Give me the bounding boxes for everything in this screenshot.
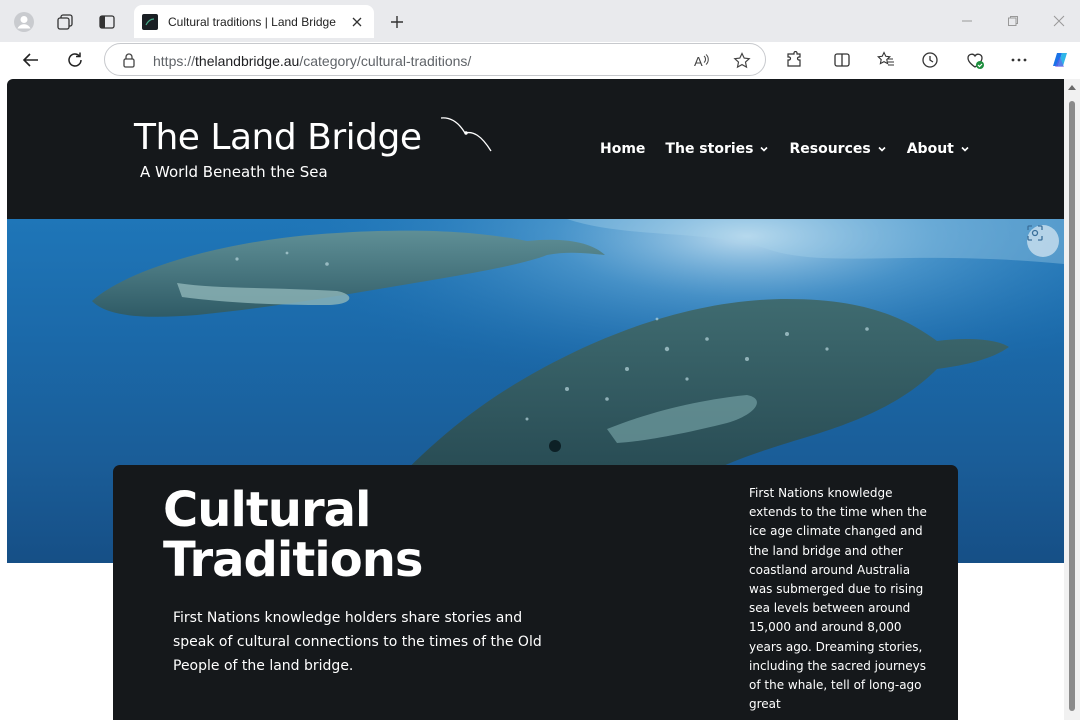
- url-path: /category/cultural-traditions/: [299, 53, 472, 69]
- page-title: Cultural Traditions: [163, 485, 583, 585]
- nav-label: Home: [600, 141, 646, 157]
- more-options-icon[interactable]: [1007, 48, 1031, 72]
- site-subtitle: A World Beneath the Sea: [140, 163, 328, 181]
- chevron-down-icon: [961, 146, 969, 152]
- nav-label: The stories: [665, 141, 754, 157]
- site-title[interactable]: The Land Bridge: [134, 117, 422, 158]
- sidebar-text: First Nations knowledge extends to the t…: [749, 486, 927, 712]
- page-title-line-2: Traditions: [163, 532, 423, 588]
- nav-item-resources[interactable]: Resources: [789, 139, 886, 159]
- restore-icon: [1008, 16, 1018, 26]
- scroll-up-arrow-icon[interactable]: [1068, 85, 1076, 90]
- plus-icon: [391, 16, 403, 28]
- copilot-icon[interactable]: [1048, 48, 1072, 72]
- extensions-icon[interactable]: [782, 48, 806, 72]
- browser-toolbar: https://thelandbridge.au/category/cultur…: [0, 42, 1080, 78]
- url-host: thelandbridge.au: [195, 53, 300, 69]
- history-icon[interactable]: [918, 48, 942, 72]
- nav-item-about[interactable]: About: [907, 139, 970, 159]
- nav-label: Resources: [789, 141, 871, 157]
- url-text[interactable]: https://thelandbridge.au/category/cultur…: [153, 53, 471, 69]
- category-intro-card: Cultural Traditions First Nations knowle…: [113, 465, 958, 720]
- new-tab-button[interactable]: [384, 9, 410, 35]
- nav-item-home[interactable]: Home: [600, 139, 645, 159]
- favorite-star-icon[interactable]: [731, 50, 753, 72]
- minimize-button[interactable]: [952, 8, 982, 34]
- url-scheme: https://: [153, 53, 196, 69]
- chevron-down-icon: [878, 146, 886, 152]
- site-header: The Land Bridge A World Beneath the Sea …: [7, 79, 1064, 219]
- intro-text: First Nations knowledge holders share st…: [173, 610, 542, 674]
- close-icon: [1053, 15, 1065, 27]
- favorites-icon[interactable]: [874, 48, 898, 72]
- browser-essentials-icon[interactable]: [963, 48, 987, 72]
- nav-item-the-stories[interactable]: The stories: [665, 139, 769, 159]
- visual-search-icon: [1027, 225, 1043, 241]
- site-favicon-icon: [142, 13, 158, 30]
- main-navigation: Home The stories Resources About: [600, 139, 990, 159]
- active-tab[interactable]: Cultural traditions | Land Bridge: [134, 5, 374, 38]
- scrollbar-thumb[interactable]: [1069, 101, 1075, 711]
- refresh-icon: [68, 52, 82, 67]
- lock-icon[interactable]: [121, 52, 137, 68]
- profile-icon[interactable]: [11, 9, 37, 35]
- close-tab-icon[interactable]: [348, 13, 366, 31]
- workspaces-icon[interactable]: [52, 9, 78, 35]
- back-button[interactable]: [17, 46, 45, 74]
- refresh-button[interactable]: [61, 46, 89, 74]
- browser-tab-bar: Cultural traditions | Land Bridge: [0, 0, 1080, 42]
- close-window-button[interactable]: [1044, 8, 1074, 34]
- restore-button[interactable]: [998, 8, 1028, 34]
- page-scrollbar[interactable]: [1064, 79, 1080, 720]
- vertical-tabs-icon[interactable]: [94, 9, 120, 35]
- chevron-down-icon: [760, 146, 769, 152]
- page-title-line-1: Cultural: [163, 482, 371, 538]
- visual-search-button[interactable]: [1027, 225, 1059, 257]
- bird-logo-icon: [440, 117, 492, 152]
- split-screen-icon[interactable]: [830, 48, 854, 72]
- read-aloud-icon[interactable]: A: [691, 50, 713, 72]
- page-viewport: The Land Bridge A World Beneath the Sea …: [7, 79, 1064, 720]
- address-bar[interactable]: https://thelandbridge.au/category/cultur…: [104, 43, 766, 76]
- back-arrow-icon: [22, 53, 38, 67]
- minimize-icon: [962, 20, 972, 22]
- tab-title: Cultural traditions | Land Bridge: [168, 14, 336, 29]
- svg-text:A: A: [694, 54, 703, 69]
- nav-label: About: [906, 141, 954, 157]
